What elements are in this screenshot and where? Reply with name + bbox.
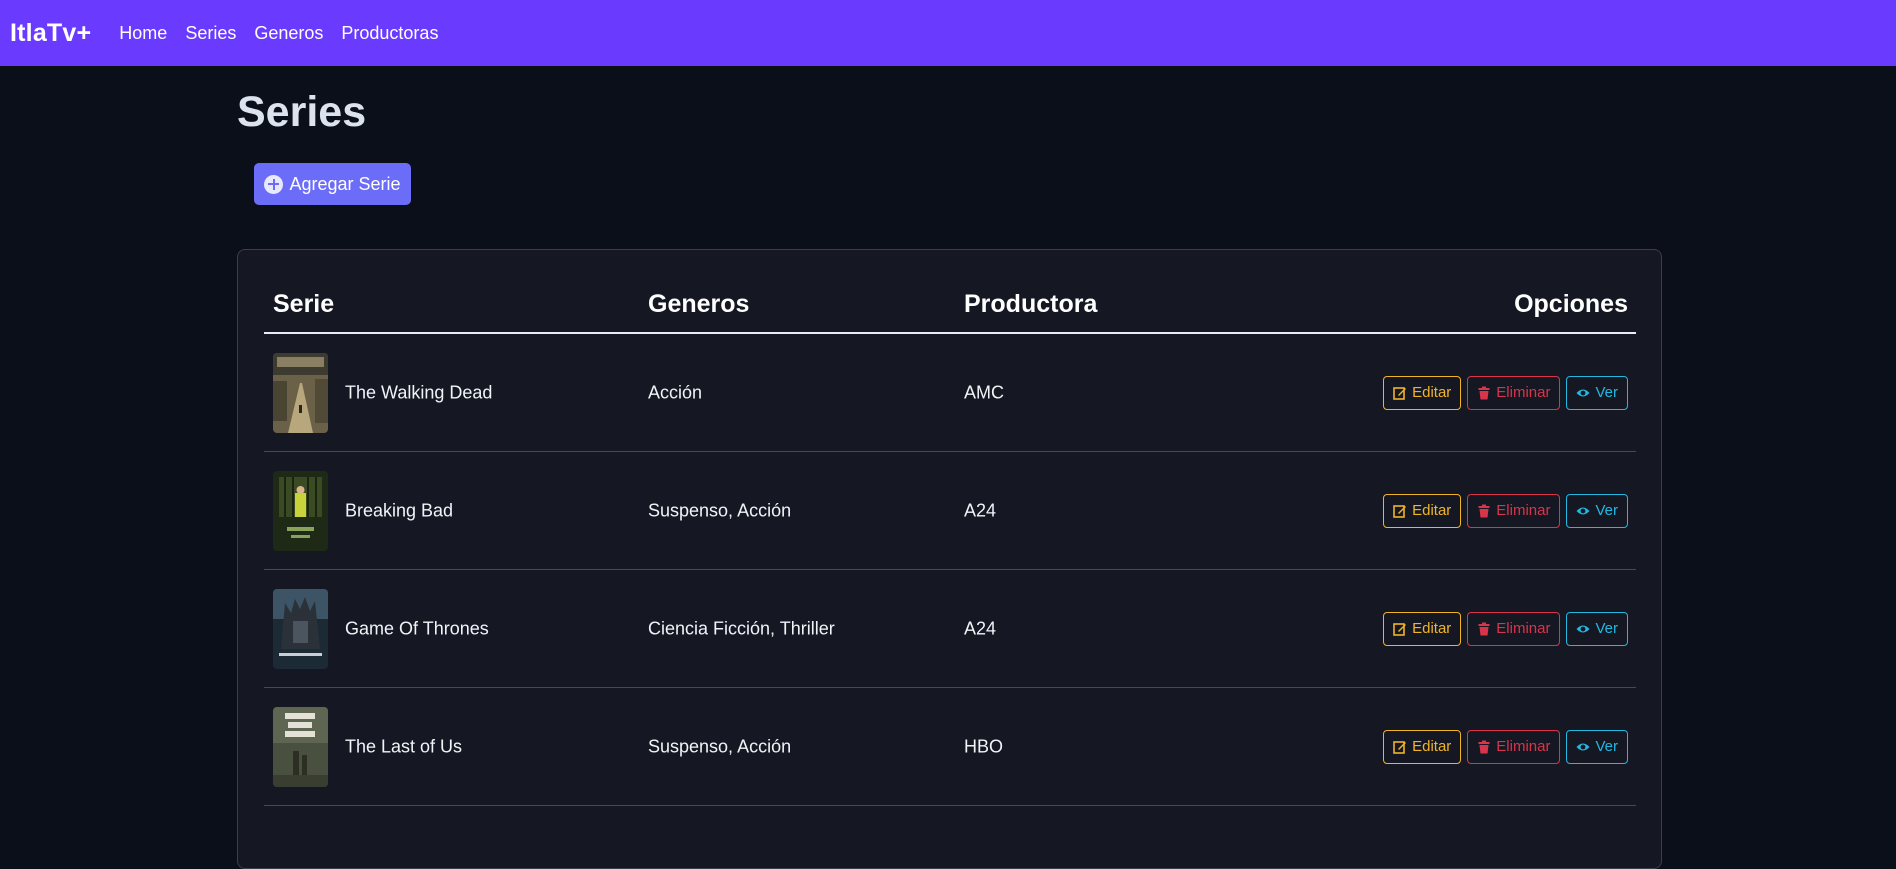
view-label: Ver [1595, 384, 1618, 401]
delete-label: Eliminar [1496, 502, 1551, 519]
nav-link-home[interactable]: Home [119, 23, 167, 44]
edit-icon [1393, 740, 1407, 754]
add-serie-button[interactable]: Agregar Serie [254, 163, 411, 205]
brand-logo[interactable]: ItlaTv+ [10, 19, 91, 48]
eye-icon [1576, 625, 1590, 632]
poster-image [273, 589, 328, 669]
table-row: The Last of Us Suspenso, Acción HBO Edit… [264, 688, 1636, 806]
edit-button[interactable]: Editar [1383, 375, 1462, 410]
table-header: Serie Generos Productora Opciones [264, 280, 1636, 334]
edit-icon [1393, 622, 1407, 636]
nav-link-productoras[interactable]: Productoras [341, 23, 438, 44]
main-content: Series Agregar Serie Serie Generos Produ… [237, 66, 1662, 869]
row-actions: Editar Eliminar Ver [1383, 729, 1628, 764]
trash-icon [1478, 740, 1490, 753]
plus-circle-icon [264, 174, 284, 194]
view-button[interactable]: Ver [1566, 493, 1628, 528]
cell-productora: A24 [964, 500, 997, 520]
view-button[interactable]: Ver [1566, 729, 1628, 764]
series-table-card: Serie Generos Productora Opciones The Wa… [237, 249, 1662, 869]
page-title: Series [237, 88, 367, 136]
cell-serie: The Walking Dead [345, 382, 493, 402]
trash-icon [1478, 504, 1490, 517]
table-row: The Walking Dead Acción AMC Editar Elimi… [264, 334, 1636, 452]
trash-icon [1478, 386, 1490, 399]
delete-label: Eliminar [1496, 738, 1551, 755]
header-productora: Productora [964, 290, 1098, 318]
edit-button[interactable]: Editar [1383, 611, 1462, 646]
eye-icon [1576, 743, 1590, 750]
row-actions: Editar Eliminar Ver [1383, 611, 1628, 646]
cell-serie: Game Of Thrones [345, 618, 489, 638]
eye-icon [1576, 389, 1590, 396]
cell-serie: The Last of Us [345, 736, 463, 756]
cell-generos: Acción [648, 382, 703, 402]
eye-icon [1576, 507, 1590, 514]
view-button[interactable]: Ver [1566, 375, 1628, 410]
add-serie-label: Agregar Serie [289, 173, 401, 194]
cell-generos: Suspenso, Acción [648, 500, 792, 520]
edit-label: Editar [1412, 384, 1452, 401]
header-generos: Generos [648, 290, 750, 318]
delete-label: Eliminar [1496, 384, 1551, 401]
edit-label: Editar [1412, 502, 1452, 519]
row-actions: Editar Eliminar Ver [1383, 493, 1628, 528]
cell-productora: AMC [964, 382, 1004, 402]
series-table: Serie Generos Productora Opciones The Wa… [264, 280, 1636, 806]
edit-icon [1393, 504, 1407, 518]
edit-button[interactable]: Editar [1383, 493, 1462, 528]
edit-label: Editar [1412, 738, 1452, 755]
navbar: ItlaTv+ Home Series Generos Productoras [0, 0, 1896, 66]
cell-serie: Breaking Bad [345, 500, 454, 520]
view-label: Ver [1595, 738, 1618, 755]
view-label: Ver [1595, 502, 1618, 519]
edit-icon [1393, 386, 1407, 400]
view-label: Ver [1595, 620, 1618, 637]
delete-button[interactable]: Eliminar [1467, 729, 1561, 764]
delete-button[interactable]: Eliminar [1467, 611, 1561, 646]
delete-label: Eliminar [1496, 620, 1551, 637]
row-actions: Editar Eliminar Ver [1383, 375, 1628, 410]
poster-image [273, 353, 328, 433]
nav-link-generos[interactable]: Generos [254, 23, 323, 44]
poster-image [273, 471, 328, 551]
table-row: Breaking Bad Suspenso, Acción A24 Editar… [264, 452, 1636, 570]
edit-button[interactable]: Editar [1383, 729, 1462, 764]
table-row: Game Of Thrones Ciencia Ficción, Thrille… [264, 570, 1636, 688]
delete-button[interactable]: Eliminar [1467, 375, 1561, 410]
cell-generos: Suspenso, Acción [648, 736, 792, 756]
cell-productora: HBO [964, 736, 1004, 756]
nav-link-series[interactable]: Series [185, 23, 236, 44]
poster-image [273, 707, 328, 787]
cell-productora: A24 [964, 618, 997, 638]
delete-button[interactable]: Eliminar [1467, 493, 1561, 528]
cell-generos: Ciencia Ficción, Thriller [648, 618, 835, 638]
view-button[interactable]: Ver [1566, 611, 1628, 646]
trash-icon [1478, 622, 1490, 635]
header-opciones: Opciones [1514, 290, 1628, 318]
header-serie: Serie [273, 290, 335, 318]
edit-label: Editar [1412, 620, 1452, 637]
